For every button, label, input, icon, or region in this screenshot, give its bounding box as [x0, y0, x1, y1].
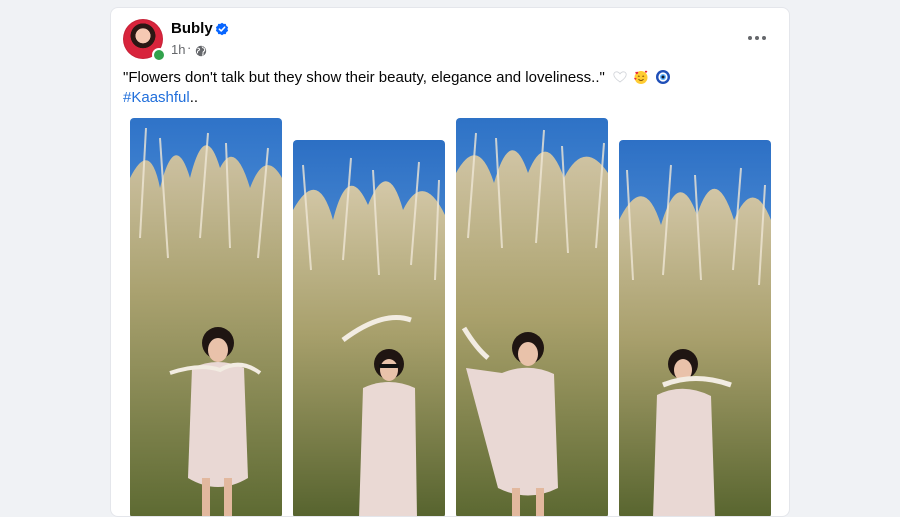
photo-grid	[111, 118, 789, 516]
hashtag-link[interactable]: #Kaashful	[123, 89, 190, 106]
hashtag-suffix: ..	[189, 89, 199, 106]
author-name[interactable]: Bubly	[171, 20, 213, 37]
more-options-button[interactable]	[741, 22, 773, 54]
separator-dot: ·	[187, 40, 192, 55]
photo-2-image	[293, 140, 445, 516]
photo-3-image	[456, 118, 608, 516]
post-header: Bubly 1h ·	[123, 18, 777, 62]
photo-3[interactable]	[456, 118, 608, 516]
globe-icon[interactable]	[195, 45, 207, 57]
caption-text: "Flowers don't talk but they show their …	[123, 69, 605, 86]
photo-1-image	[130, 118, 282, 516]
smiling-face-with-hearts-emoji	[634, 70, 648, 84]
photo-1[interactable]	[130, 118, 282, 516]
post-timestamp[interactable]: 1h	[171, 42, 185, 57]
photo-4-image	[619, 140, 771, 516]
photo-4[interactable]	[619, 140, 771, 516]
nazar-amulet-emoji	[656, 70, 671, 84]
white-heart-emoji	[613, 71, 627, 83]
photo-2[interactable]	[293, 140, 445, 516]
more-options-icon	[748, 36, 752, 40]
post-caption: "Flowers don't talk but they show their …	[123, 68, 773, 108]
verified-badge-icon	[215, 22, 229, 36]
online-status-indicator	[152, 48, 166, 62]
post-card: Bubly 1h · "Flowers don't talk but they …	[110, 7, 790, 517]
